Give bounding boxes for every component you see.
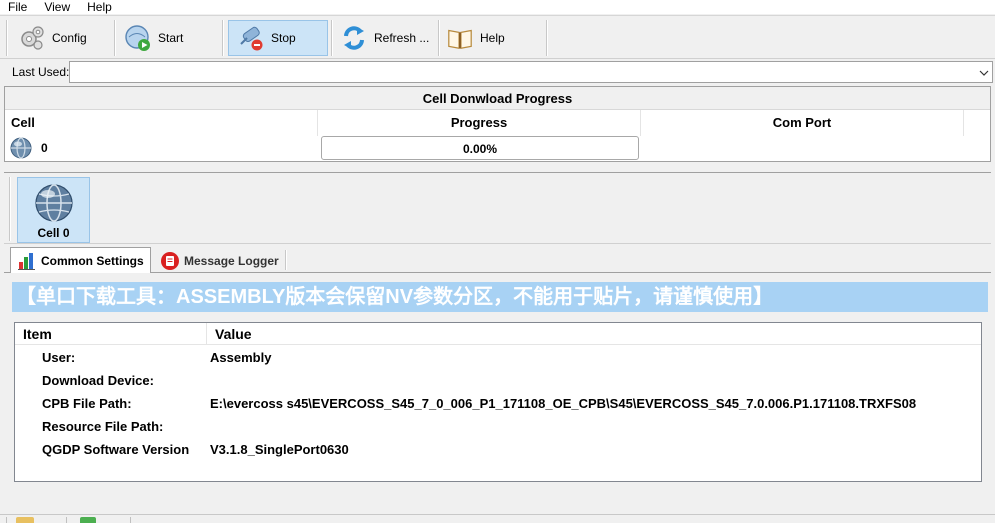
globe-icon (33, 182, 75, 227)
start-label: Start (158, 31, 184, 45)
progress-table-header: Cell Progress Com Port (5, 110, 990, 136)
start-button[interactable]: Start (124, 20, 216, 56)
cells-grip (9, 177, 10, 241)
table-row[interactable]: CPB File Path: E:\evercoss s45\EVERCOSS_… (15, 393, 981, 416)
column-header-progress: Progress (318, 110, 641, 136)
start-play-icon (124, 24, 152, 52)
column-header-cell: Cell (5, 110, 318, 136)
cell-number: 0 (41, 141, 48, 155)
tab-separator (285, 250, 286, 270)
column-header-value: Value (215, 326, 252, 342)
table-row[interactable]: Resource File Path: (15, 416, 981, 439)
bar-chart-icon (17, 251, 37, 271)
tab-message-logger[interactable]: Message Logger (154, 248, 285, 274)
progress-panel-title: Cell Donwload Progress (5, 87, 990, 110)
help-label: Help (480, 31, 505, 45)
bottom-toolbar (0, 514, 995, 523)
toolbar-separator (222, 20, 223, 56)
table-row[interactable]: User: Assembly (15, 347, 981, 370)
bottom-separator (66, 517, 67, 523)
cells-panel: Cell 0 (4, 172, 991, 244)
gears-icon (18, 24, 46, 52)
toolbar-separator (331, 20, 332, 56)
logger-icon (160, 251, 180, 271)
common-settings-panel: 【单口下载工具：ASSEMBLY版本会保留NV参数分区，不能用于贴片，请谨慎使用… (4, 273, 991, 513)
table-row[interactable]: Download Device: (15, 370, 981, 393)
stop-icon (237, 24, 265, 52)
setting-value: E:\evercoss s45\EVERCOSS_S45_7_0_006_P1_… (210, 396, 917, 411)
chevron-down-icon[interactable] (979, 67, 989, 77)
help-button[interactable]: Help (446, 20, 541, 56)
config-label: Config (52, 31, 87, 45)
last-used-row: Last Used: (0, 60, 995, 84)
setting-item: Resource File Path: (42, 419, 164, 434)
refresh-button[interactable]: Refresh ... (340, 20, 435, 56)
bottom-grip (6, 517, 7, 523)
setting-item: User: (42, 350, 76, 365)
progress-bar: 0.00% (321, 136, 639, 160)
table-row[interactable]: 0 0.00% (5, 136, 990, 160)
toolbar: Config Start Stop Refresh ... Help (0, 15, 995, 59)
arrow-icon[interactable] (80, 517, 96, 523)
settings-grid: Item Value User: Assembly Download Devic… (14, 322, 982, 482)
menu-file[interactable]: File (0, 0, 36, 14)
table-row[interactable]: QGDP Software Version V3.1.8_SinglePort0… (15, 439, 981, 462)
tab-common-settings[interactable]: Common Settings (10, 247, 151, 274)
refresh-label: Refresh ... (374, 31, 430, 45)
menu-bar: File View Help (0, 0, 995, 14)
setting-item: Download Device: (42, 373, 154, 388)
stop-button[interactable]: Stop (228, 20, 328, 56)
tab-common-settings-label: Common Settings (41, 254, 144, 268)
bottom-separator (130, 517, 131, 523)
warning-banner: 【单口下载工具：ASSEMBLY版本会保留NV参数分区，不能用于贴片，请谨慎使用… (12, 282, 988, 312)
cell-tile[interactable]: Cell 0 (17, 177, 90, 243)
setting-item: QGDP Software Version (42, 442, 190, 457)
stop-label: Stop (271, 31, 296, 45)
toolbar-grip (6, 20, 7, 56)
config-button[interactable]: Config (18, 20, 110, 56)
last-used-label: Last Used: (12, 65, 70, 79)
setting-item: CPB File Path: (42, 396, 132, 411)
download-progress-panel: Cell Donwload Progress Cell Progress Com… (4, 86, 991, 162)
last-used-combobox[interactable] (69, 61, 993, 83)
cell-tile-label: Cell 0 (37, 226, 70, 240)
column-header-com-port: Com Port (641, 110, 964, 136)
toolbar-separator (114, 20, 115, 56)
tab-message-logger-label: Message Logger (184, 254, 279, 268)
setting-value: Assembly (210, 350, 272, 365)
toolbar-separator (546, 20, 547, 56)
settings-tabs: Common Settings Message Logger (4, 247, 991, 274)
settings-grid-header: Item Value (15, 323, 981, 345)
setting-value: V3.1.8_SinglePort0630 (210, 442, 349, 457)
globe-icon (8, 136, 34, 163)
column-header-item: Item (15, 323, 207, 345)
toolbar-separator (438, 20, 439, 56)
refresh-icon (340, 24, 368, 52)
menu-help[interactable]: Help (79, 0, 121, 14)
book-icon (446, 24, 474, 52)
menu-view[interactable]: View (36, 0, 79, 14)
folder-icon[interactable] (16, 517, 34, 523)
